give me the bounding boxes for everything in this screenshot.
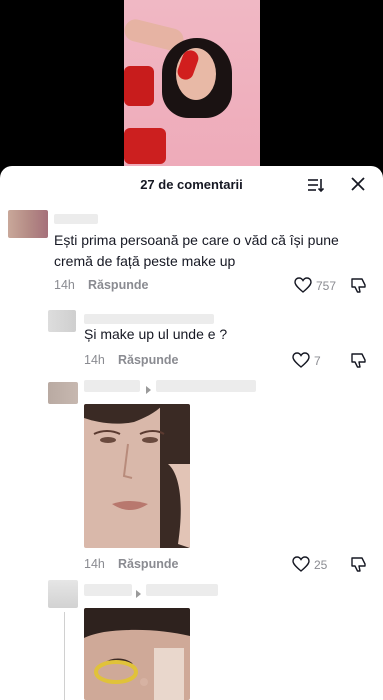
sort-icon[interactable] — [306, 176, 324, 194]
comment-time: 14h — [84, 557, 105, 571]
eye-photo-drawing — [84, 608, 190, 700]
thread-line — [64, 612, 65, 700]
reply-arrow-icon — [146, 386, 151, 394]
reply-button[interactable]: Răspunde — [118, 353, 178, 367]
comments-sheet: 27 de comentarii Ești prima persoană pe … — [0, 166, 383, 700]
comment-time: 14h — [84, 353, 105, 367]
heart-icon[interactable] — [292, 352, 310, 368]
avatar[interactable] — [8, 210, 48, 238]
video-thumbnail[interactable] — [124, 0, 260, 190]
thumbs-down-icon[interactable] — [350, 351, 368, 369]
heart-icon[interactable] — [292, 556, 310, 572]
video-background — [0, 0, 383, 190]
reply-to-username-blurred[interactable] — [146, 584, 218, 596]
thumbs-down-icon[interactable] — [350, 555, 368, 573]
like-count: 25 — [314, 558, 328, 572]
reply-button[interactable]: Răspunde — [118, 557, 178, 571]
username-blurred[interactable] — [54, 214, 98, 224]
video-clothes-shape — [124, 66, 154, 106]
avatar[interactable] — [48, 580, 78, 608]
comments-header: 27 de comentarii — [0, 166, 383, 204]
comment-text: Și make up ul unde e ? — [84, 326, 228, 342]
video-phone-shape — [124, 128, 166, 164]
username-blurred[interactable] — [84, 314, 214, 324]
face-photo-drawing — [84, 404, 190, 548]
comment-text: Ești prima persoană pe care o văd că își… — [54, 232, 339, 269]
comment-photo[interactable] — [84, 608, 190, 700]
like-count: 757 — [316, 279, 337, 293]
reply-arrow-icon — [136, 590, 141, 598]
heart-icon[interactable] — [294, 277, 312, 293]
thumbs-down-icon[interactable] — [350, 276, 368, 294]
reply-to-username-blurred[interactable] — [156, 380, 256, 392]
close-icon[interactable] — [350, 176, 366, 192]
like-count: 7 — [314, 354, 321, 368]
avatar[interactable] — [48, 310, 76, 332]
username-blurred[interactable] — [84, 380, 140, 392]
username-blurred[interactable] — [84, 584, 132, 596]
comments-count-title: 27 de comentarii — [140, 177, 243, 192]
avatar[interactable] — [48, 382, 78, 404]
reply-button[interactable]: Răspunde — [88, 278, 148, 292]
comment-time: 14h — [54, 278, 75, 292]
comment-photo[interactable] — [84, 404, 190, 548]
